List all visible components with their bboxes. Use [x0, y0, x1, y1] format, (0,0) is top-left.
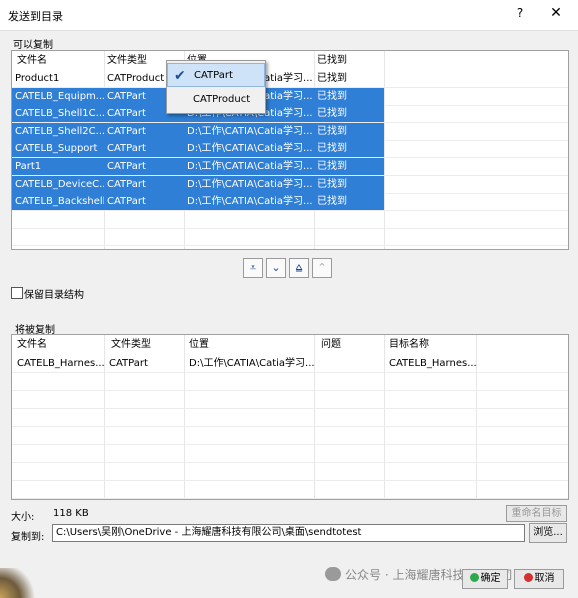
cell-filename: CATELB_Shell1C... [15, 108, 104, 120]
table-row[interactable]: CATELB_Backshell CATPart D:\工作\CATIA\Catia… [12, 193, 384, 211]
row-divider [12, 480, 568, 481]
cell-filetype: CATPart [107, 143, 146, 155]
copyable-group-label: 可以复制 [13, 40, 53, 51]
column-header-filetype[interactable]: 文件类型 [108, 337, 185, 353]
filter-item-catpart[interactable]: ✔ CATPart [167, 63, 265, 87]
browse-button[interactable]: 浏览... [529, 523, 567, 543]
column-header-filename[interactable]: 文件名 [14, 337, 105, 353]
filter-item-catproduct[interactable]: CATProduct [167, 88, 265, 112]
cell-location: D:\工作\CATIA\Catia学习... [187, 178, 313, 190]
cell-found: 已找到 [317, 125, 347, 137]
ok-icon [469, 573, 479, 582]
title-bar: 发送到目录 ? ✕ [0, 0, 578, 31]
cell-found: 已找到 [317, 178, 347, 190]
filter-item-label: CATPart [194, 70, 233, 81]
size-label: 大小: [11, 512, 35, 523]
cell-location: D:\工作\CATIA\Catia学习... [187, 125, 313, 137]
row-divider [12, 245, 568, 247]
cell-location: D:\工作\CATIA\Catia学习... [187, 196, 313, 208]
cell-filetype: CATPart [107, 161, 146, 172]
close-button[interactable]: ✕ [546, 5, 566, 23]
cell-found: 已找到 [317, 90, 347, 102]
ok-label: 确定 [480, 573, 501, 584]
cell-found: 已找到 [317, 108, 347, 120]
cell-issue [316, 355, 386, 372]
row-divider [12, 444, 568, 445]
keep-structure-checkbox[interactable] [11, 287, 23, 299]
cell-filename: CATELB_Equipm... [15, 90, 104, 102]
cell-location: D:\工作\CATIA\Catia学习... [187, 143, 313, 155]
cell-filename: CATELB_Shell2C... [15, 125, 104, 137]
to-copy-table[interactable]: 文件名 文件类型 位置 问题 目标名称 CATELB_Harnes... CATP… [11, 334, 569, 500]
column-header-found[interactable]: 已找到 [314, 53, 385, 69]
row-divider [12, 390, 568, 391]
cell-found: 已找到 [317, 143, 347, 155]
filter-item-label: CATProduct [193, 94, 251, 105]
column-header-location[interactable]: 位置 [186, 337, 315, 353]
cell-filename: Part1 [15, 161, 42, 172]
row-divider [12, 372, 568, 373]
cell-filename: Product1 [15, 73, 60, 84]
cell-filename: CATELB_Backshell [15, 196, 104, 208]
row-divider [12, 227, 568, 229]
cell-filename: CATELB_Support [15, 143, 98, 155]
cell-filename: CATELB_Harnes... [17, 358, 105, 369]
rename-target-button[interactable]: 重命名目标 [506, 505, 567, 522]
cell-target-name: CATELB_Harnes... [389, 358, 477, 369]
window-title: 发送到目录 [8, 10, 63, 23]
move-down-button[interactable]: ⌄ [266, 258, 286, 278]
cell-location: D:\工作\CATIA\Catia学习... [187, 161, 313, 172]
row-divider [12, 210, 568, 212]
cell-filename: CATELB_DeviceC... [15, 178, 104, 190]
table-row[interactable]: CATELB_Harnes... CATPart D:\工作\CATIA\Catia… [12, 355, 477, 372]
cancel-label: 取消 [534, 573, 555, 584]
keep-structure-label: 保留目录结构 [24, 290, 84, 301]
copy-to-label: 复制到: [11, 532, 45, 543]
row-divider [12, 408, 568, 409]
move-up-button[interactable]: ⌃ [312, 258, 332, 278]
cell-filetype: CATPart [107, 125, 146, 137]
ok-button[interactable]: 确定 [462, 569, 508, 589]
move-all-down-button[interactable]: ⩡ [243, 258, 263, 278]
checkmark-icon: ✔ [174, 68, 186, 84]
table-row[interactable]: CATELB_Support CATPart D:\工作\CATIA\Catia学习… [12, 140, 384, 158]
cell-found: 已找到 [317, 196, 347, 208]
move-all-up-button[interactable]: ⩠ [289, 258, 309, 278]
cancel-button[interactable]: 取消 [514, 569, 564, 589]
wechat-icon [325, 567, 341, 581]
cell-filetype: CATPart [107, 196, 146, 208]
row-divider [12, 498, 568, 499]
table-row[interactable]: CATELB_DeviceC... CATPart D:\工作\CATIA\Cati… [12, 175, 384, 193]
cell-filetype: CATPart [109, 358, 148, 369]
file-type-filter-menu: ✔ CATPart CATProduct [166, 60, 266, 114]
table-row[interactable]: CATELB_Shell2C... CATPart D:\工作\CATIA\Cati… [12, 122, 384, 140]
background-decoration [0, 568, 40, 598]
column-header-target-name[interactable]: 目标名称 [386, 337, 477, 353]
row-divider [12, 462, 568, 463]
help-button[interactable]: ? [510, 6, 530, 24]
cell-filetype: CATPart [107, 178, 146, 190]
cell-location: D:\工作\CATIA\Catia学习... [189, 358, 315, 369]
cell-found: 已找到 [317, 161, 347, 172]
column-header-issue[interactable]: 问题 [318, 337, 385, 353]
row-divider [12, 426, 568, 427]
column-header-filename[interactable]: 文件名 [14, 53, 105, 69]
size-value: 118 KB [53, 508, 89, 519]
copyable-table[interactable]: 文件名 文件类型 位置 已找到 Product1CATProductD:\工作\… [11, 50, 569, 250]
cell-found: 已找到 [317, 73, 347, 84]
table-row[interactable]: Part1 CATPart D:\工作\CATIA\Catia学习... 已找到 [12, 158, 384, 175]
cancel-icon [523, 573, 533, 582]
copy-to-path-input[interactable]: C:\Users\吴刚\OneDrive - 上海耀唐科技有限公司\桌面\sen… [52, 524, 525, 542]
